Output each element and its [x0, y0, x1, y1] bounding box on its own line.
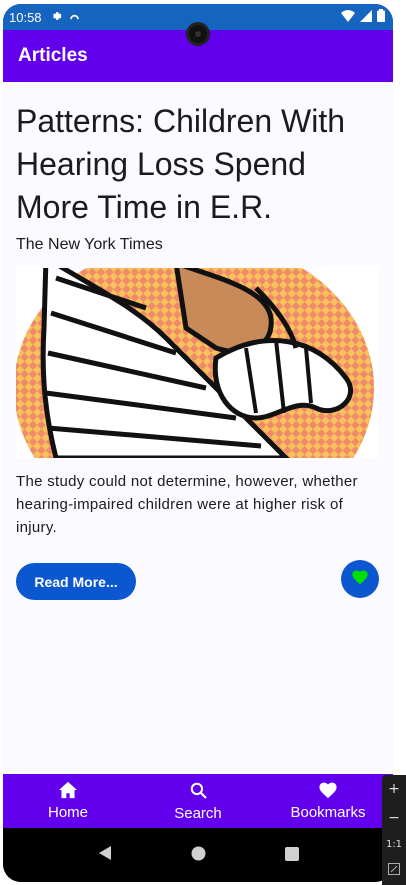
- sync-icon: [69, 12, 79, 22]
- bottom-navigation: Home Search Bookmarks: [3, 774, 393, 828]
- home-circle-icon[interactable]: [191, 846, 206, 865]
- heart-icon: [351, 569, 369, 589]
- recents-icon[interactable]: [284, 846, 299, 865]
- nav-label-bookmarks: Bookmarks: [290, 804, 366, 821]
- status-indicators: [341, 9, 385, 25]
- wifi-icon: [341, 9, 355, 25]
- article-image: [16, 268, 378, 458]
- nav-item-search[interactable]: Search: [133, 774, 263, 828]
- signal-icon: [360, 9, 372, 25]
- nav-item-bookmarks[interactable]: Bookmarks: [263, 774, 393, 828]
- device-screen: 10:58 Articles Patterns: Children With H…: [0, 0, 406, 885]
- heart-icon: [318, 781, 338, 804]
- search-icon: [189, 781, 208, 805]
- article-headline: Patterns: Children With Hearing Loss Spe…: [16, 103, 346, 225]
- ratio-button[interactable]: 1:1: [386, 839, 402, 850]
- zoom-out-button[interactable]: −: [388, 810, 400, 826]
- back-icon[interactable]: [98, 845, 112, 865]
- app-title: Articles: [18, 45, 88, 66]
- read-more-button[interactable]: Read More...: [16, 563, 136, 600]
- battery-icon: [377, 9, 385, 25]
- nav-label-home: Home: [47, 804, 88, 821]
- article-description: The study could not determine, however, …: [16, 473, 358, 536]
- status-time: 10:58: [9, 9, 42, 25]
- article-card: Patterns: Children With Hearing Loss Spe…: [3, 82, 393, 774]
- bookmark-button[interactable]: [341, 560, 379, 598]
- front-camera: [186, 22, 210, 46]
- article-source: The New York Times: [16, 236, 163, 253]
- nav-item-home[interactable]: Home: [3, 774, 133, 828]
- zoom-in-button[interactable]: +: [388, 781, 400, 797]
- home-icon: [58, 781, 78, 804]
- resize-icon[interactable]: [388, 862, 400, 879]
- emulator-side-controls: + − 1:1: [382, 775, 406, 885]
- system-navigation-bar: [3, 828, 393, 882]
- phone-frame: 10:58 Articles Patterns: Children With H…: [3, 4, 393, 882]
- gear-icon: [50, 10, 62, 25]
- nav-label-search: Search: [174, 804, 222, 822]
